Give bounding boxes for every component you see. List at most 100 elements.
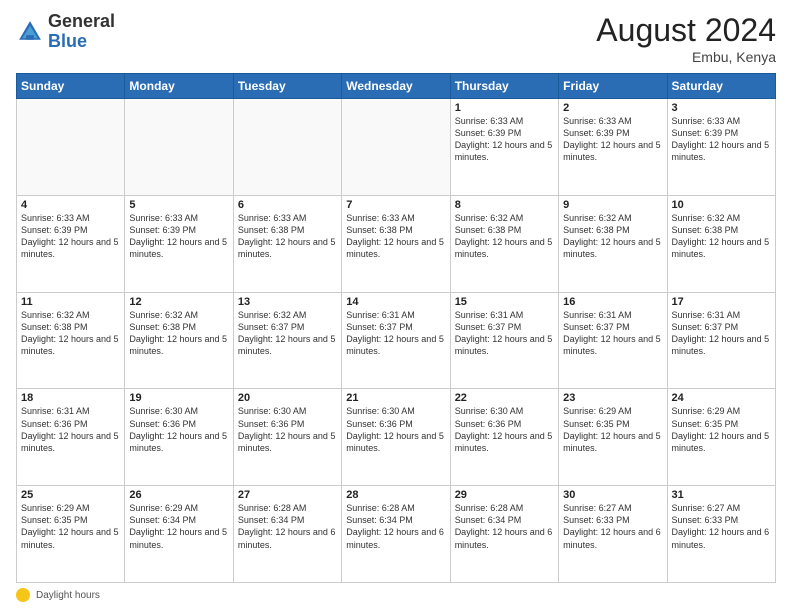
day-info: Sunrise: 6:28 AMSunset: 6:34 PMDaylight:… <box>455 503 553 549</box>
calendar-cell: 11 Sunrise: 6:32 AMSunset: 6:38 PMDayligh… <box>17 292 125 389</box>
calendar-cell: 1 Sunrise: 6:33 AMSunset: 6:39 PMDaylight… <box>450 99 558 196</box>
calendar-cell: 23 Sunrise: 6:29 AMSunset: 6:35 PMDayligh… <box>559 389 667 486</box>
calendar-cell: 24Sunrise: 6:29 AMSunset: 6:35 PMDayligh… <box>667 389 775 486</box>
day-info: Sunrise: 6:33 AMSunset: 6:38 PMDaylight:… <box>346 213 444 259</box>
month-year: August 2024 <box>596 12 776 49</box>
day-number: 21 <box>346 392 445 404</box>
calendar-cell: 8 Sunrise: 6:32 AMSunset: 6:38 PMDaylight… <box>450 195 558 292</box>
page: General Blue August 2024 Embu, Kenya Sun… <box>0 0 792 612</box>
day-info: Sunrise: 6:27 AMSunset: 6:33 PMDaylight:… <box>563 503 661 549</box>
day-info: Sunrise: 6:32 AMSunset: 6:38 PMDaylight:… <box>21 310 119 356</box>
day-number: 3 <box>672 102 771 114</box>
footer: Daylight hours <box>16 588 776 602</box>
calendar-cell: 5Sunrise: 6:33 AMSunset: 6:39 PMDaylight… <box>125 195 233 292</box>
day-number: 6 <box>238 199 337 211</box>
calendar-cell: 16 Sunrise: 6:31 AMSunset: 6:37 PMDayligh… <box>559 292 667 389</box>
calendar-cell: 12Sunrise: 6:32 AMSunset: 6:38 PMDayligh… <box>125 292 233 389</box>
logo-icon <box>16 18 44 46</box>
day-number: 7 <box>346 199 445 211</box>
calendar-week-row: 11 Sunrise: 6:32 AMSunset: 6:38 PMDayligh… <box>17 292 776 389</box>
calendar-cell: 10 Sunrise: 6:32 AMSunset: 6:38 PMDayligh… <box>667 195 775 292</box>
calendar-cell <box>125 99 233 196</box>
day-info: Sunrise: 6:28 AMSunset: 6:34 PMDaylight:… <box>238 503 336 549</box>
calendar-cell: 9 Sunrise: 6:32 AMSunset: 6:38 PMDaylight… <box>559 195 667 292</box>
day-number: 14 <box>346 296 445 308</box>
calendar-cell: 14Sunrise: 6:31 AMSunset: 6:37 PMDayligh… <box>342 292 450 389</box>
day-number: 22 <box>455 392 554 404</box>
day-number: 13 <box>238 296 337 308</box>
day-info: Sunrise: 6:29 AMSunset: 6:35 PMDaylight:… <box>563 406 661 452</box>
calendar-cell: 2Sunrise: 6:33 AMSunset: 6:39 PMDaylight… <box>559 99 667 196</box>
day-info: Sunrise: 6:33 AMSunset: 6:39 PMDaylight:… <box>455 116 553 162</box>
calendar-cell: 7 Sunrise: 6:33 AMSunset: 6:38 PMDaylight… <box>342 195 450 292</box>
calendar-cell: 4Sunrise: 6:33 AMSunset: 6:39 PMDaylight… <box>17 195 125 292</box>
weekday-header: Monday <box>125 74 233 99</box>
day-info: Sunrise: 6:32 AMSunset: 6:38 PMDaylight:… <box>563 213 661 259</box>
day-number: 10 <box>672 199 771 211</box>
calendar-cell <box>233 99 341 196</box>
day-info: Sunrise: 6:31 AMSunset: 6:36 PMDaylight:… <box>21 406 119 452</box>
day-number: 1 <box>455 102 554 114</box>
calendar-cell: 17Sunrise: 6:31 AMSunset: 6:37 PMDayligh… <box>667 292 775 389</box>
day-number: 5 <box>129 199 228 211</box>
logo: General Blue <box>16 12 115 52</box>
calendar-week-row: 4Sunrise: 6:33 AMSunset: 6:39 PMDaylight… <box>17 195 776 292</box>
day-number: 4 <box>21 199 120 211</box>
day-number: 9 <box>563 199 662 211</box>
calendar-cell: 22 Sunrise: 6:30 AMSunset: 6:36 PMDayligh… <box>450 389 558 486</box>
sun-icon <box>16 588 30 602</box>
day-info: Sunrise: 6:32 AMSunset: 6:38 PMDaylight:… <box>455 213 553 259</box>
calendar-cell: 3 Sunrise: 6:33 AMSunset: 6:39 PMDaylight… <box>667 99 775 196</box>
day-info: Sunrise: 6:29 AMSunset: 6:35 PMDaylight:… <box>21 503 119 549</box>
daylight-label: Daylight hours <box>36 590 100 601</box>
calendar-header-row: SundayMondayTuesdayWednesdayThursdayFrid… <box>17 74 776 99</box>
day-number: 26 <box>129 489 228 501</box>
day-info: Sunrise: 6:30 AMSunset: 6:36 PMDaylight:… <box>238 406 336 452</box>
day-number: 18 <box>21 392 120 404</box>
logo-blue-text: Blue <box>48 31 87 51</box>
day-number: 19 <box>129 392 228 404</box>
calendar-table: SundayMondayTuesdayWednesdayThursdayFrid… <box>16 73 776 583</box>
calendar-cell: 27Sunrise: 6:28 AMSunset: 6:34 PMDayligh… <box>233 486 341 583</box>
day-number: 23 <box>563 392 662 404</box>
day-info: Sunrise: 6:30 AMSunset: 6:36 PMDaylight:… <box>346 406 444 452</box>
calendar-cell: 6 Sunrise: 6:33 AMSunset: 6:38 PMDaylight… <box>233 195 341 292</box>
weekday-header: Wednesday <box>342 74 450 99</box>
calendar-cell: 20Sunrise: 6:30 AMSunset: 6:36 PMDayligh… <box>233 389 341 486</box>
day-info: Sunrise: 6:31 AMSunset: 6:37 PMDaylight:… <box>563 310 661 356</box>
calendar-cell: 21 Sunrise: 6:30 AMSunset: 6:36 PMDayligh… <box>342 389 450 486</box>
day-info: Sunrise: 6:32 AMSunset: 6:38 PMDaylight:… <box>129 310 227 356</box>
calendar-cell: 19Sunrise: 6:30 AMSunset: 6:36 PMDayligh… <box>125 389 233 486</box>
header: General Blue August 2024 Embu, Kenya <box>16 12 776 65</box>
day-info: Sunrise: 6:28 AMSunset: 6:34 PMDaylight:… <box>346 503 444 549</box>
calendar-cell <box>17 99 125 196</box>
day-number: 28 <box>346 489 445 501</box>
day-info: Sunrise: 6:31 AMSunset: 6:37 PMDaylight:… <box>455 310 553 356</box>
day-info: Sunrise: 6:33 AMSunset: 6:39 PMDaylight:… <box>672 116 770 162</box>
calendar-cell: 30 Sunrise: 6:27 AMSunset: 6:33 PMDayligh… <box>559 486 667 583</box>
day-number: 11 <box>21 296 120 308</box>
calendar-week-row: 1 Sunrise: 6:33 AMSunset: 6:39 PMDaylight… <box>17 99 776 196</box>
day-info: Sunrise: 6:32 AMSunset: 6:37 PMDaylight:… <box>238 310 336 356</box>
day-info: Sunrise: 6:29 AMSunset: 6:34 PMDaylight:… <box>129 503 227 549</box>
calendar-cell <box>342 99 450 196</box>
day-number: 30 <box>563 489 662 501</box>
calendar-week-row: 25 Sunrise: 6:29 AMSunset: 6:35 PMDayligh… <box>17 486 776 583</box>
day-number: 24 <box>672 392 771 404</box>
weekday-header: Sunday <box>17 74 125 99</box>
calendar-cell: 29Sunrise: 6:28 AMSunset: 6:34 PMDayligh… <box>450 486 558 583</box>
day-number: 31 <box>672 489 771 501</box>
day-info: Sunrise: 6:32 AMSunset: 6:38 PMDaylight:… <box>672 213 770 259</box>
location: Embu, Kenya <box>596 49 776 65</box>
day-number: 17 <box>672 296 771 308</box>
day-number: 15 <box>455 296 554 308</box>
day-number: 25 <box>21 489 120 501</box>
weekday-header: Saturday <box>667 74 775 99</box>
day-number: 8 <box>455 199 554 211</box>
day-number: 16 <box>563 296 662 308</box>
day-info: Sunrise: 6:30 AMSunset: 6:36 PMDaylight:… <box>455 406 553 452</box>
day-info: Sunrise: 6:33 AMSunset: 6:38 PMDaylight:… <box>238 213 336 259</box>
calendar-cell: 28 Sunrise: 6:28 AMSunset: 6:34 PMDayligh… <box>342 486 450 583</box>
day-info: Sunrise: 6:27 AMSunset: 6:33 PMDaylight:… <box>672 503 770 549</box>
calendar-week-row: 18 Sunrise: 6:31 AMSunset: 6:36 PMDayligh… <box>17 389 776 486</box>
